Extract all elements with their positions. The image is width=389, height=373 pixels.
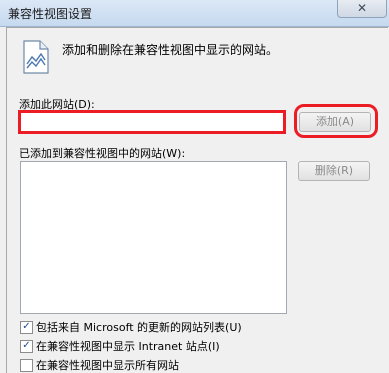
close-button[interactable]: ✕: [337, 0, 387, 18]
add-button[interactable]: 添加(A): [299, 112, 371, 132]
checkbox-update-list[interactable]: ✓: [20, 320, 33, 334]
window-title: 兼容性视图设置: [8, 7, 93, 21]
close-icon: ✕: [356, 1, 368, 15]
option-label: 包括来自 Microsoft 的更新的网站列表(U): [36, 321, 242, 334]
checkbox-intranet[interactable]: ✓: [20, 339, 33, 353]
site-list-label: 已添加到兼容性视图中的网站(W):: [19, 147, 186, 160]
option-update-list[interactable]: ✓ 包括来自 Microsoft 的更新的网站列表(U): [20, 320, 242, 335]
title-bar: 兼容性视图设置 ✕: [0, 0, 389, 27]
add-site-label: 添加此网站(D):: [19, 98, 95, 111]
remove-button[interactable]: 删除(R): [298, 161, 370, 181]
option-all-sites[interactable]: 在兼容性视图中显示所有网站: [20, 358, 179, 373]
add-site-input[interactable]: [20, 112, 284, 132]
option-label: 在兼容性视图中显示 Intranet 站点(I): [36, 340, 220, 353]
document-icon: [23, 40, 49, 74]
option-label: 在兼容性视图中显示所有网站: [36, 359, 179, 372]
option-intranet[interactable]: ✓ 在兼容性视图中显示 Intranet 站点(I): [20, 339, 220, 354]
description-text: 添加和删除在兼容性视图中显示的网站。: [62, 43, 279, 57]
site-listbox[interactable]: [20, 161, 287, 314]
checkbox-all-sites[interactable]: [20, 358, 33, 372]
